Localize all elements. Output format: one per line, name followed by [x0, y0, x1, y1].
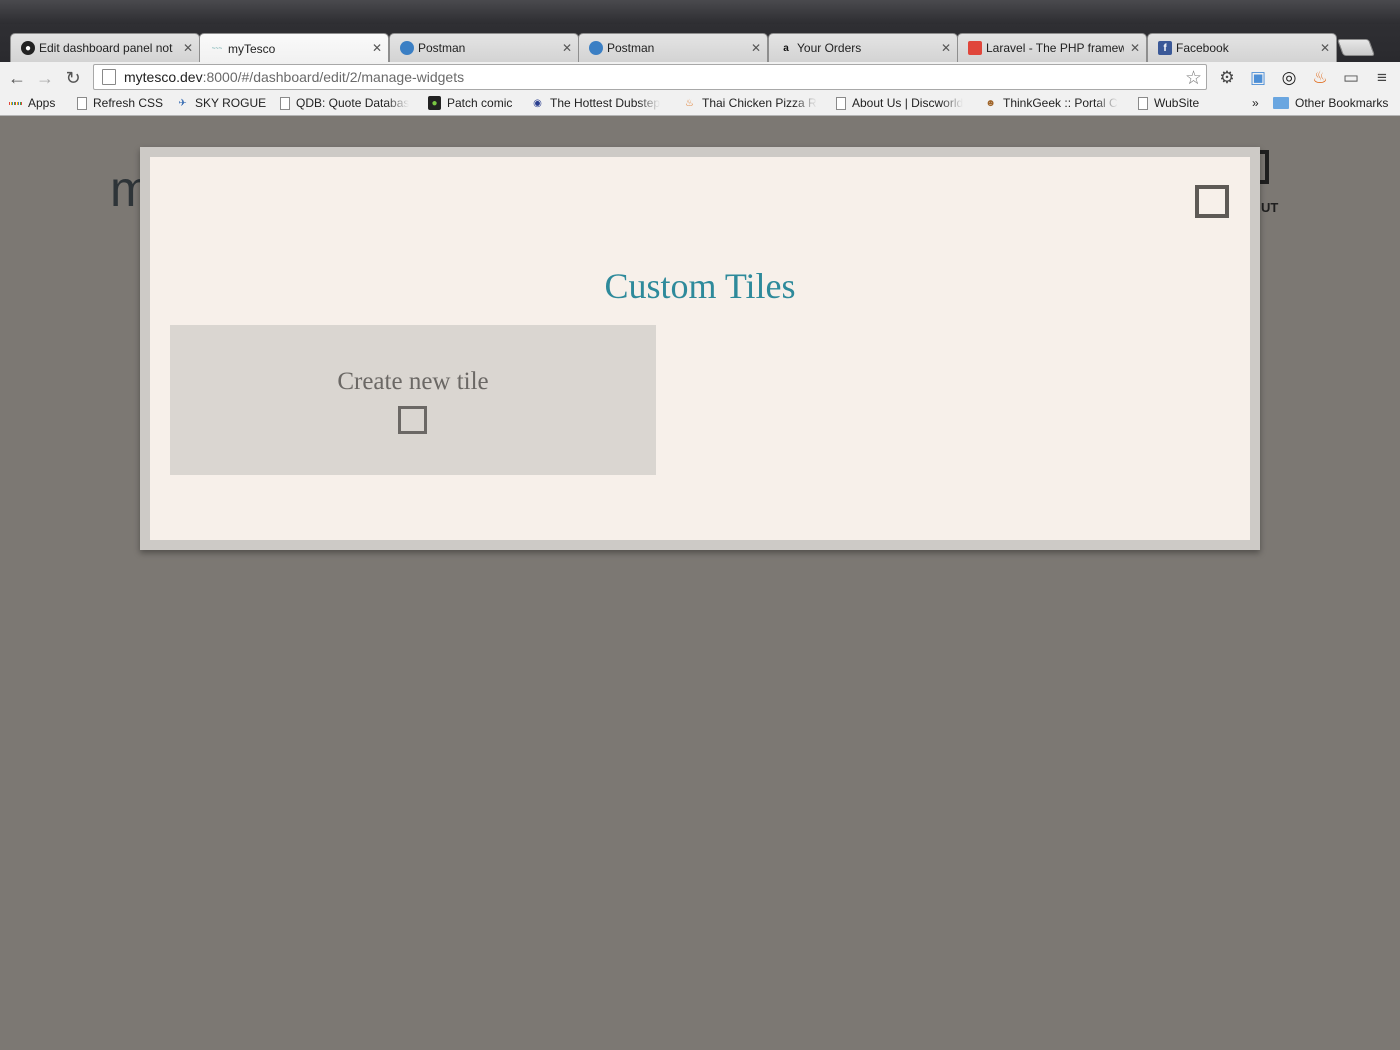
tab-postman-2[interactable]: Postman ✕ — [578, 33, 768, 62]
close-tab-icon[interactable]: ✕ — [1320, 41, 1330, 55]
recipe-icon: ♨ — [685, 97, 694, 109]
tab-title: Postman — [418, 41, 466, 55]
bookmarks-overflow-button[interactable]: » — [1252, 96, 1259, 110]
bookmark-patch-comic[interactable]: ● Patch comic — [428, 96, 512, 110]
globe-icon — [589, 41, 603, 55]
tile-label: Create new tile — [337, 368, 489, 395]
patch-icon: ● — [428, 96, 441, 110]
flame-extension-icon[interactable]: ♨ — [1309, 67, 1331, 89]
page-icon — [836, 96, 846, 110]
bookmark-refresh-css[interactable]: Refresh CSS — [77, 96, 163, 110]
bookmark-star-icon[interactable]: ☆ — [1185, 67, 1202, 90]
bookmark-label: About Us | Discworld — [852, 96, 964, 110]
gear-icon[interactable]: ⚙ — [1216, 67, 1238, 89]
browser-toolbar: ← → ↻ mytesco.dev:8000/#/dashboard/edit/… — [0, 62, 1400, 92]
bookmark-label: Thai Chicken Pizza R — [702, 96, 817, 110]
tab-title: Laravel - The PHP framew — [986, 41, 1124, 55]
bookmark-label: The Hottest Dubstep — [550, 96, 661, 110]
add-square-icon — [398, 406, 427, 434]
bookmark-apps[interactable]: Apps — [9, 96, 55, 110]
bookmark-label: WubSite — [1154, 96, 1200, 110]
dubstep-icon: ◉ — [533, 97, 542, 109]
url-text: mytesco.dev:8000/#/dashboard/edit/2/mana… — [124, 69, 465, 85]
modal-frame: Custom Tiles Create new tile — [140, 147, 1260, 550]
bookmarks-bar: Apps Refresh CSS ✈ SKY ROGUE QDB: Quote … — [0, 92, 1400, 116]
reload-icon[interactable]: ↻ — [62, 67, 84, 89]
page-icon — [280, 96, 290, 110]
folder-icon — [1273, 97, 1289, 109]
close-tab-icon[interactable]: ✕ — [941, 41, 951, 55]
close-tab-icon[interactable]: ✕ — [751, 41, 761, 55]
tab-facebook[interactable]: f Facebook ✕ — [1147, 33, 1337, 62]
address-bar[interactable]: mytesco.dev:8000/#/dashboard/edit/2/mana… — [93, 64, 1207, 90]
forward-arrow-icon[interactable]: → — [34, 67, 56, 89]
tab-laravel[interactable]: Laravel - The PHP framew ✕ — [957, 33, 1147, 62]
other-bookmarks-folder[interactable]: Other Bookmarks — [1273, 96, 1388, 110]
jet-icon: ✈ — [178, 97, 187, 109]
bookmark-label: Apps — [28, 96, 56, 110]
logout-label-fragment: UT — [1261, 200, 1279, 215]
globe-icon — [400, 41, 414, 55]
bookmark-qdb[interactable]: QDB: Quote Databas — [280, 96, 410, 110]
bookmark-thinkgeek[interactable]: ☻ ThinkGeek :: Portal C — [984, 96, 1120, 110]
close-tab-icon[interactable]: ✕ — [562, 41, 572, 55]
tab-strip: ● Edit dashboard panel not ✕ ~~~ myTesco… — [0, 24, 1400, 63]
page-icon — [1138, 96, 1148, 110]
amazon-icon: a — [783, 42, 789, 54]
tab-title: Facebook — [1176, 41, 1229, 55]
sync-extension-icon[interactable]: ◎ — [1278, 67, 1300, 89]
thinkgeek-icon: ☻ — [985, 97, 996, 109]
custom-tiles-modal: Custom Tiles Create new tile — [150, 157, 1250, 540]
bookmark-discworld[interactable]: About Us | Discworld — [836, 96, 968, 110]
apps-grid-icon — [9, 96, 23, 110]
tab-amazon[interactable]: a Your Orders ✕ — [768, 33, 958, 62]
bookmark-label: Other Bookmarks — [1295, 96, 1389, 110]
bookmark-sky-rogue[interactable]: ✈ SKY ROGUE — [176, 96, 266, 110]
menu-icon[interactable]: ≡ — [1371, 67, 1393, 89]
tab-title: Edit dashboard panel not — [39, 41, 173, 55]
new-tab-button[interactable] — [1336, 39, 1376, 56]
tab-title: Postman — [607, 41, 655, 55]
bookmark-wubsite[interactable]: WubSite — [1138, 96, 1199, 110]
bookmark-label: Patch comic — [447, 96, 513, 110]
bookmark-label: SKY ROGUE — [195, 96, 267, 110]
tab-github[interactable]: ● Edit dashboard panel not ✕ — [10, 33, 200, 62]
page-icon — [77, 96, 87, 110]
bookmark-label: ThinkGeek :: Portal C — [1003, 96, 1118, 110]
bookmark-label: QDB: Quote Databas — [296, 96, 410, 110]
close-tab-icon[interactable]: ✕ — [372, 41, 382, 55]
tesco-icon: ~~~ — [211, 45, 223, 52]
laravel-icon — [968, 41, 982, 55]
modal-title: Custom Tiles — [604, 266, 796, 306]
page-icon — [102, 69, 116, 85]
github-icon: ● — [21, 41, 35, 55]
tab-postman-1[interactable]: Postman ✕ — [389, 33, 579, 62]
close-modal-icon[interactable] — [1195, 185, 1229, 218]
tab-title: Your Orders — [797, 41, 862, 55]
cast-icon[interactable]: ▭ — [1340, 67, 1362, 89]
back-arrow-icon[interactable]: ← — [6, 67, 28, 89]
bookmark-thai-pizza[interactable]: ♨ Thai Chicken Pizza R — [683, 96, 818, 110]
extension-window-icon[interactable]: ▣ — [1247, 67, 1269, 89]
tab-mytesco[interactable]: ~~~ myTesco ✕ — [199, 33, 389, 63]
close-tab-icon[interactable]: ✕ — [183, 41, 193, 55]
bookmark-label: Refresh CSS — [93, 96, 164, 110]
overflow-label: » — [1252, 96, 1259, 110]
facebook-icon: f — [1158, 41, 1172, 55]
create-new-tile-button[interactable]: Create new tile — [170, 325, 656, 475]
tab-title: myTesco — [228, 41, 276, 56]
bookmark-dubstep[interactable]: ◉ The Hottest Dubstep — [531, 96, 665, 110]
close-tab-icon[interactable]: ✕ — [1130, 41, 1140, 55]
window-titlebar — [0, 0, 1400, 24]
